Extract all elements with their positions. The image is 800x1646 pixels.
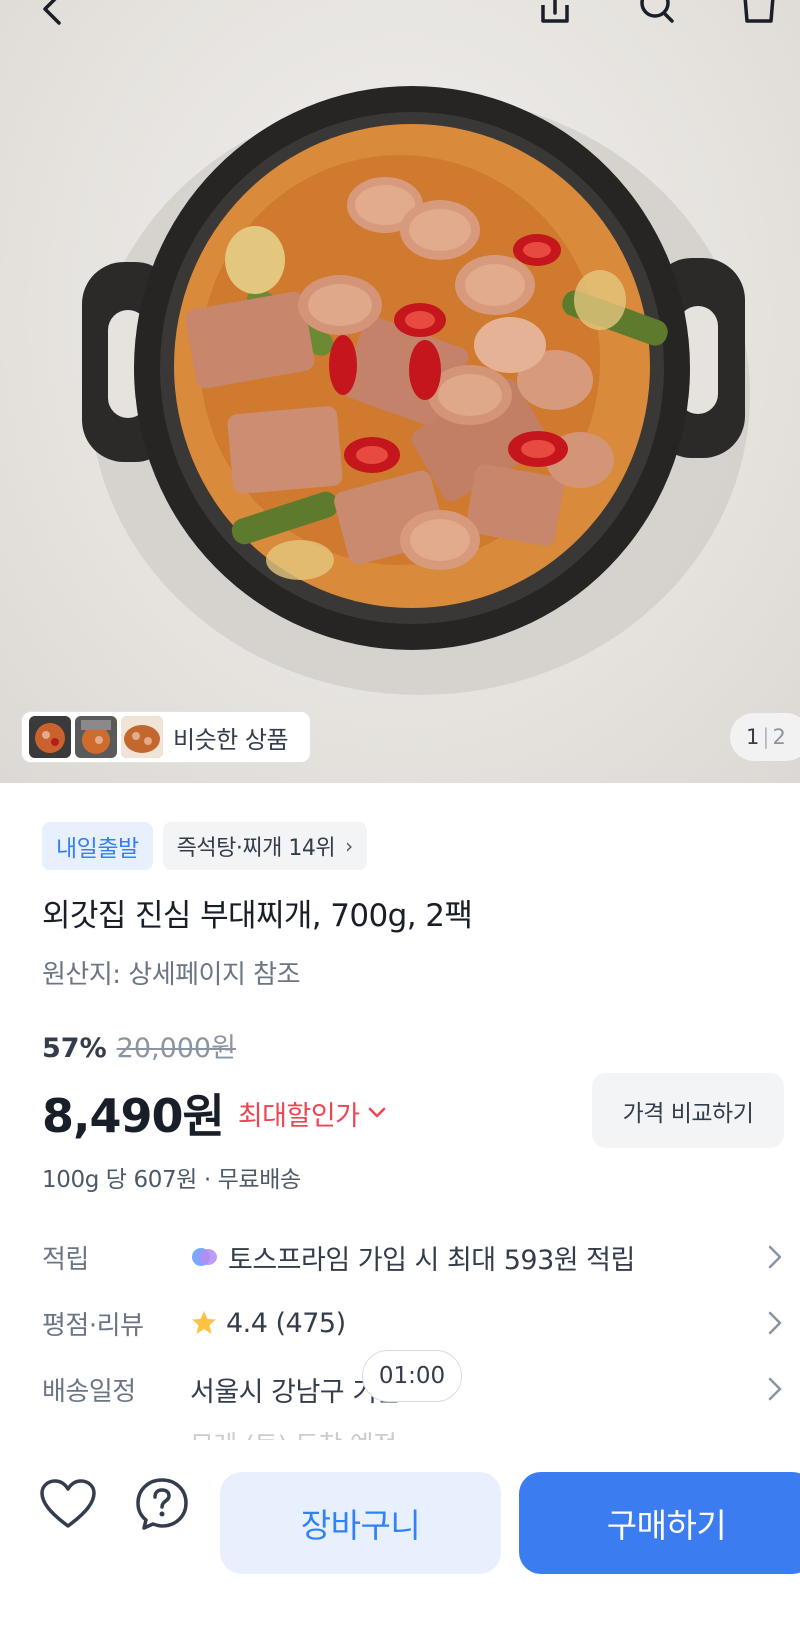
chevron-right-icon	[768, 1311, 782, 1335]
back-button[interactable]	[28, 0, 78, 36]
chevron-down-icon	[368, 1107, 385, 1118]
rating-row[interactable]: 평점·리뷰 4.4 (475)	[42, 1298, 782, 1348]
shipping-badge: 내일출발	[42, 822, 153, 870]
pager-total: 2	[772, 725, 786, 749]
max-discount-toggle[interactable]: 최대할인가	[238, 1094, 386, 1133]
pager-current: 1	[746, 725, 760, 749]
search-icon	[640, 0, 674, 23]
product-photo	[82, 86, 750, 695]
similar-thumb	[75, 716, 117, 758]
product-image-gallery[interactable]: 비슷한 상품 1 | 2	[0, 0, 800, 783]
similar-thumb	[29, 716, 71, 758]
countdown-timer: 01:00	[362, 1350, 462, 1402]
points-value: 토스프라임 가입 시 최대 593원 적립	[228, 1244, 635, 1276]
points-key: 적립	[42, 1244, 89, 1275]
price-compare-button[interactable]: 가격 비교하기	[592, 1073, 784, 1148]
cart-icon	[743, 0, 775, 23]
similar-products-label: 비슷한 상품	[173, 725, 289, 754]
share-icon	[541, 0, 569, 23]
rating-key: 평점·리뷰	[42, 1310, 144, 1341]
similar-products-chip[interactable]: 비슷한 상품	[21, 711, 311, 763]
heart-icon	[40, 1479, 96, 1528]
product-title: 외갓집 진심 부대찌개, 700g, 2팩	[42, 898, 473, 934]
sale-price: 8,490원	[42, 1089, 225, 1143]
chevron-right-icon	[768, 1377, 782, 1401]
discount-rate: 57%	[42, 1033, 107, 1064]
cart-button[interactable]	[734, 0, 784, 36]
bottom-action-bar: 장바구니 구매하기	[0, 1440, 800, 1646]
original-price: 20,000원	[116, 1033, 236, 1064]
chevron-right-icon: ›	[345, 834, 353, 858]
share-button[interactable]	[530, 0, 580, 36]
question-icon	[136, 1478, 188, 1530]
category-rank-label: 즉석탕·찌개 14위	[176, 836, 336, 861]
price-row: 8,490원 최대할인가	[42, 1080, 386, 1146]
wishlist-button[interactable]	[38, 1474, 98, 1534]
max-discount-label: 최대할인가	[237, 1100, 360, 1132]
product-origin: 원산지: 상세페이지 참조	[42, 960, 301, 990]
delivery-key: 배송일정	[42, 1376, 136, 1407]
discount-row: 57% 20,000원	[42, 1026, 236, 1065]
add-to-cart-button[interactable]: 장바구니	[220, 1472, 501, 1574]
star-icon	[192, 1311, 216, 1334]
category-rank-badge[interactable]: 즉석탕·찌개 14위 ›	[162, 822, 367, 870]
rating-value: 4.4 (475)	[226, 1307, 346, 1339]
points-row[interactable]: 적립 토스프라임 가입 시 최대 593원 적립	[42, 1232, 782, 1282]
product-badges: 내일출발 즉석탕·찌개 14위 ›	[42, 822, 782, 870]
toss-prime-icon	[192, 1248, 217, 1266]
similar-thumb	[121, 716, 163, 758]
image-pager: 1 | 2	[730, 713, 800, 761]
back-icon	[43, 0, 61, 25]
inquiry-button[interactable]	[132, 1474, 192, 1534]
top-navigation	[0, 0, 800, 40]
unit-price-shipping: 100g 당 607원 · 무료배송	[42, 1167, 301, 1193]
search-button[interactable]	[632, 0, 682, 36]
buy-now-button[interactable]: 구매하기	[519, 1472, 800, 1574]
chevron-right-icon	[768, 1245, 782, 1269]
